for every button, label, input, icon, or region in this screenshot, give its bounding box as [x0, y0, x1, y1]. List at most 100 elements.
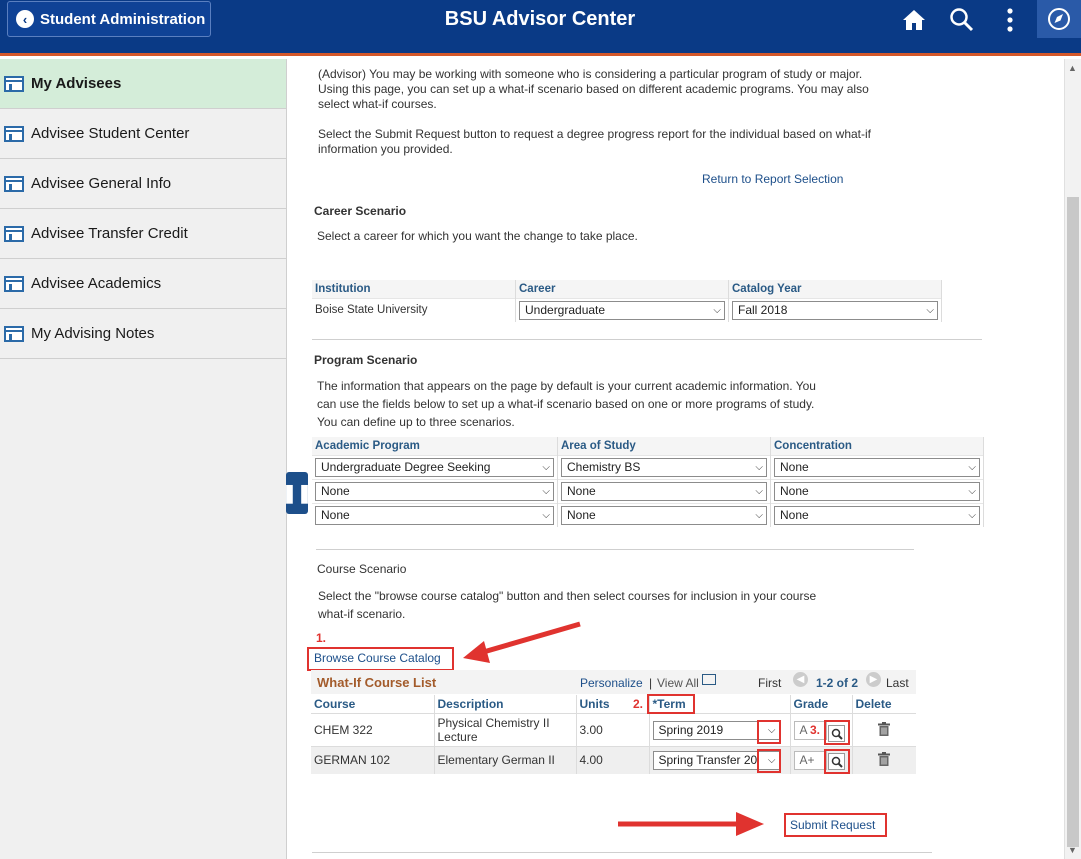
intro-line: Select the Submit Request button to requ… — [318, 127, 871, 141]
desc-line: can use the fields below to set up a wha… — [317, 397, 815, 411]
page-icon — [4, 175, 24, 192]
col-header: Concentration — [770, 437, 984, 455]
select-value: Spring Transfer 20 — [658, 752, 758, 767]
page-icon — [4, 275, 24, 292]
zoom-grid-icon[interactable] — [702, 674, 716, 685]
intro-line: Using this page, you can set up a what-i… — [318, 82, 869, 96]
select-value: Undergraduate Degree Seeking — [321, 459, 491, 474]
page-icon — [4, 125, 24, 142]
page-icon — [4, 325, 24, 342]
return-to-report-selection-link[interactable]: Return to Report Selection — [702, 172, 843, 187]
sidebar-item-label: Advisee Student Center — [31, 125, 190, 142]
annotation-box — [824, 749, 850, 774]
sidebar-item-advisee-transfer-credit[interactable]: Advisee Transfer Credit — [0, 209, 286, 259]
first-link[interactable]: First — [758, 676, 781, 690]
delete-row-icon[interactable] — [852, 713, 916, 747]
last-link[interactable]: Last — [886, 676, 909, 690]
col-header: Academic Program — [312, 437, 558, 455]
divider — [316, 549, 914, 550]
program-scenario-desc: The information that appears on the page… — [317, 377, 816, 431]
select-value: None — [567, 483, 596, 498]
desc-line: Lecture — [437, 730, 478, 744]
select-value: None — [321, 507, 350, 522]
sidebar-item-my-advising-notes[interactable]: My Advising Notes — [0, 309, 286, 359]
chevron-down-icon: ⌵ — [968, 509, 976, 521]
academic-program-select[interactable]: None ⌵ — [315, 505, 554, 525]
desc-line: Elementary German II — [437, 753, 555, 768]
search-icon[interactable] — [948, 6, 976, 34]
view-all-link[interactable]: View All — [657, 676, 699, 690]
annotation-step-2: 2. — [633, 697, 644, 711]
academic-program-select[interactable]: None ⌵ — [315, 481, 554, 501]
navbar-compass-icon[interactable] — [1037, 0, 1081, 38]
grade-value: A — [799, 722, 808, 737]
personalize-link[interactable]: Personalize — [580, 676, 643, 690]
course-description-link[interactable]: Elementary German II — [434, 746, 577, 774]
scrollbar[interactable]: ▲ ▼ — [1064, 59, 1081, 859]
catalog-year-select[interactable]: Fall 2018 ⌵ — [732, 300, 938, 320]
intro-line: information you provided. — [318, 142, 453, 156]
area-of-study-select[interactable]: None ⌵ — [561, 505, 767, 525]
annotation-step-1: 1. — [316, 631, 327, 645]
page-icon — [4, 225, 24, 242]
col-header: Course — [311, 695, 435, 714]
sidebar-item-my-advisees[interactable]: My Advisees — [0, 59, 286, 109]
scroll-down-icon[interactable]: ▼ — [1068, 845, 1077, 855]
annotation-arrow-icon — [618, 812, 764, 836]
course-description-link[interactable]: Physical Chemistry II Lecture — [434, 713, 577, 747]
top-bar: ‹ Student Administration BSU Advisor Cen… — [0, 0, 1081, 56]
sidebar-item-label: Advisee General Info — [31, 175, 172, 192]
sidebar-item-advisee-academics[interactable]: Advisee Academics — [0, 259, 286, 309]
sidebar-item-advisee-general-info[interactable]: Advisee General Info — [0, 159, 286, 209]
back-button[interactable]: ‹ Student Administration — [7, 1, 211, 37]
select-value: Spring 2019 — [658, 722, 724, 737]
delete-row-icon[interactable] — [852, 746, 916, 774]
institution-value: Boise State University — [312, 297, 516, 322]
course-scenario-title: Course Scenario — [317, 562, 407, 576]
area-of-study-select[interactable]: Chemistry BS ⌵ — [561, 457, 767, 477]
career-select[interactable]: Undergraduate ⌵ — [519, 300, 725, 320]
more-actions-icon[interactable] — [996, 6, 1024, 34]
next-icon[interactable]: ▶ — [866, 672, 881, 687]
concentration-select[interactable]: None ⌵ — [774, 457, 980, 477]
intro-line: select what-if courses. — [318, 97, 437, 111]
chevron-down-icon: ⌵ — [968, 485, 976, 497]
desc-line: Select the "browse course catalog" butto… — [318, 589, 817, 603]
previous-icon[interactable]: ◀ — [793, 672, 808, 687]
back-chevron-icon: ‹ — [16, 10, 34, 28]
concentration-select[interactable]: None ⌵ — [774, 481, 980, 501]
select-value: Fall 2018 — [738, 302, 788, 317]
home-icon[interactable] — [900, 6, 928, 34]
page-title: BSU Advisor Center — [444, 8, 636, 30]
area-of-study-select[interactable]: None ⌵ — [561, 481, 767, 501]
col-header: Delete — [852, 695, 916, 714]
submit-request-button[interactable]: Submit Request — [790, 818, 875, 833]
select-value: None — [567, 507, 596, 522]
concentration-select[interactable]: None ⌵ — [774, 505, 980, 525]
back-button-label: Student Administration — [40, 10, 206, 28]
row-count: 1-2 of 2 — [816, 676, 859, 690]
sidebar-item-advisee-student-center[interactable]: Advisee Student Center — [0, 109, 286, 159]
divider — [312, 339, 982, 340]
chevron-down-icon: ⌵ — [755, 509, 763, 521]
browse-course-catalog-link[interactable]: Browse Course Catalog — [314, 651, 441, 666]
select-value: None — [780, 483, 809, 498]
intro-line: (Advisor) You may be working with someon… — [318, 67, 863, 81]
scroll-thumb[interactable] — [1067, 197, 1079, 847]
desc-line: You can define up to three scenarios. — [317, 415, 515, 429]
program-grid: Academic Program Area of Study Concentra… — [312, 437, 984, 527]
col-header: Area of Study — [557, 437, 771, 455]
submit-instructions: Select the Submit Request button to requ… — [318, 127, 871, 157]
course-code: CHEM 322 — [311, 713, 435, 747]
units-value: 3.00 — [576, 713, 650, 747]
grade-input[interactable]: A+ — [793, 750, 827, 770]
chevron-down-icon: ⌵ — [755, 485, 763, 497]
grade-value: A+ — [799, 752, 815, 767]
scroll-up-icon[interactable]: ▲ — [1068, 63, 1077, 73]
career-scenario-title: Career Scenario — [314, 204, 407, 218]
sidebar-item-label: My Advising Notes — [31, 325, 155, 342]
academic-program-select[interactable]: Undergraduate Degree Seeking ⌵ — [315, 457, 554, 477]
annotation-step-3: 3. — [810, 723, 821, 737]
chevron-down-icon: ⌵ — [542, 461, 550, 473]
course-scenario-desc: Select the "browse course catalog" butto… — [318, 587, 816, 623]
